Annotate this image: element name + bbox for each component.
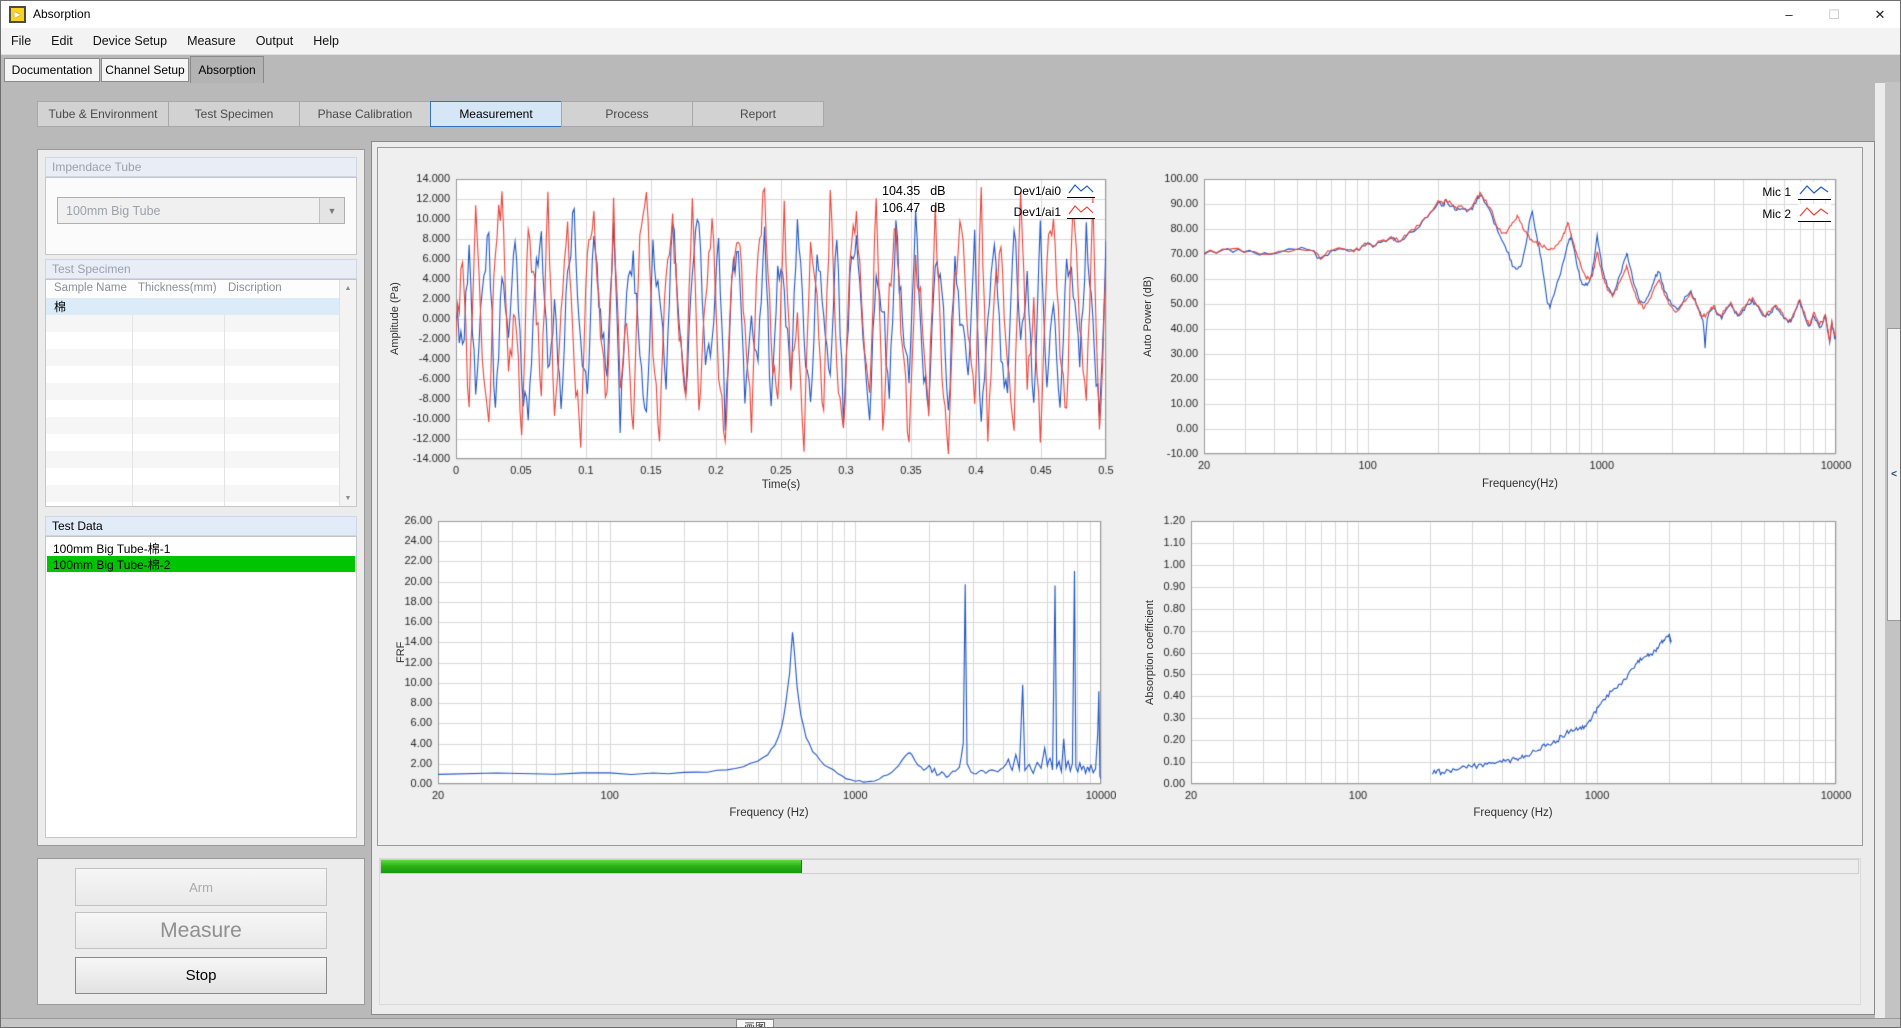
collapse-left-icon: < [1891, 469, 1897, 480]
impedance-tube-value: 100mm Big Tube [58, 204, 319, 218]
absorption-x-title: Frequency (Hz) [1473, 807, 1552, 819]
table-scrollbar[interactable]: ▲ ▼ [339, 280, 356, 506]
frf-y-title: FRF [393, 521, 409, 784]
legend-icon-dev1-ai0 [1067, 182, 1095, 198]
impedance-tube-header: Impendace Tube [45, 157, 357, 177]
cursor-readout-1: 104.35 dB [882, 184, 946, 198]
close-button[interactable]: ✕ [1861, 1, 1899, 28]
subtab-phase-calibration[interactable]: Phase Calibration [299, 101, 431, 127]
tab-documentation[interactable]: Documentation [4, 58, 100, 82]
progress-fill [381, 860, 802, 873]
time-chart-x-title: Time(s) [762, 479, 801, 491]
main-tab-strip [1, 55, 1901, 82]
progress-area [379, 858, 1861, 1005]
arm-button[interactable]: Arm [75, 868, 327, 906]
menu-help[interactable]: Help [303, 28, 349, 54]
progress-bar [380, 859, 1859, 874]
bottom-band [1, 1018, 1901, 1028]
menu-measure[interactable]: Measure [177, 28, 246, 54]
test-data-header: Test Data [45, 516, 357, 536]
frf-x-title: Frequency (Hz) [729, 807, 808, 819]
app-icon: ▶ [9, 6, 26, 23]
impedance-tube-select[interactable]: 100mm Big Tube ▼ [57, 197, 345, 224]
tab-channel-setup[interactable]: Channel Setup [101, 58, 189, 82]
autopower-x-title: Frequency(Hz) [1482, 478, 1558, 490]
test-specimen-columns: Sample Name Thickness(mm) Discription [46, 280, 340, 299]
frf-chart [386, 507, 1116, 832]
legend-icon-dev1-ai1 [1067, 203, 1095, 219]
subtab-measurement[interactable]: Measurement [430, 101, 562, 127]
test-data-item[interactable]: 100mm Big Tube-棉-1 [47, 540, 355, 556]
legend-icon-mic2 [1798, 204, 1831, 222]
col-discription: Discription [228, 282, 282, 294]
absorption-chart [1136, 507, 1876, 832]
title-bar: ▶ Absorption – ☐ ✕ [1, 1, 1901, 28]
application-window: ▶ Absorption – ☐ ✕ File Edit Device Setu… [0, 0, 1901, 1028]
col-thickness: Thickness(mm) [138, 282, 217, 294]
cursor-readout-2: 106.47 dB [882, 201, 946, 215]
legend-icon-mic1 [1798, 182, 1831, 200]
window-title: Absorption [33, 7, 90, 21]
run-arrow-icon: ▶ [14, 11, 20, 19]
legend-dev1-ai1[interactable]: Dev1/ai1 [991, 205, 1061, 219]
legend-mic2[interactable]: Mic 2 [1721, 207, 1791, 221]
subtab-report[interactable]: Report [692, 101, 824, 127]
absorption-y-title: Absorption coefficient [1142, 521, 1158, 784]
scroll-up-icon[interactable]: ▲ [340, 281, 356, 295]
subtab-tube-environment[interactable]: Tube & Environment [37, 101, 169, 127]
maximize-button[interactable]: ☐ [1815, 1, 1853, 28]
cursor-unit-2: dB [930, 201, 945, 215]
specimen-row[interactable]: 棉 [46, 298, 340, 315]
legend-mic1[interactable]: Mic 1 [1721, 185, 1791, 199]
right-margin [1875, 83, 1885, 1018]
subtab-test-specimen[interactable]: Test Specimen [168, 101, 300, 127]
test-specimen-table: Sample Name Thickness(mm) Discription 棉 … [45, 279, 357, 507]
menu-file[interactable]: File [1, 28, 41, 54]
autopower-y-title: Auto Power (dB) [1140, 179, 1156, 454]
col-sample-name: Sample Name [54, 282, 127, 294]
time-chart-y-title: Amplitude (Pa) [387, 179, 403, 459]
dropdown-arrow-icon[interactable]: ▼ [319, 198, 344, 223]
scroll-down-icon[interactable]: ▼ [340, 491, 356, 505]
test-data-list: 100mm Big Tube-棉-1 100mm Big Tube-棉-2 [45, 536, 357, 838]
cursor-value-2: 106.47 [882, 201, 920, 215]
stop-button[interactable]: Stop [75, 957, 327, 994]
cursor-value-1: 104.35 [882, 184, 920, 198]
legend-dev1-ai0[interactable]: Dev1/ai0 [991, 184, 1061, 198]
minimize-button[interactable]: – [1770, 1, 1808, 28]
tab-absorption[interactable]: Absorption [190, 56, 264, 83]
panel-collapse-handle[interactable]: < [1887, 328, 1901, 621]
bottom-tab-draw[interactable]: 画图 [736, 1019, 774, 1028]
menu-edit[interactable]: Edit [41, 28, 83, 54]
test-specimen-header: Test Specimen [45, 259, 357, 279]
menu-output[interactable]: Output [246, 28, 304, 54]
measure-button[interactable]: Measure [75, 912, 327, 949]
test-data-item-selected[interactable]: 100mm Big Tube-棉-2 [47, 556, 355, 572]
menu-device-setup[interactable]: Device Setup [83, 28, 177, 54]
test-specimen-body: 棉 [46, 298, 340, 506]
cursor-unit-1: dB [930, 184, 945, 198]
subtab-process[interactable]: Process [561, 101, 693, 127]
menu-bar: File Edit Device Setup Measure Output He… [1, 28, 1901, 55]
